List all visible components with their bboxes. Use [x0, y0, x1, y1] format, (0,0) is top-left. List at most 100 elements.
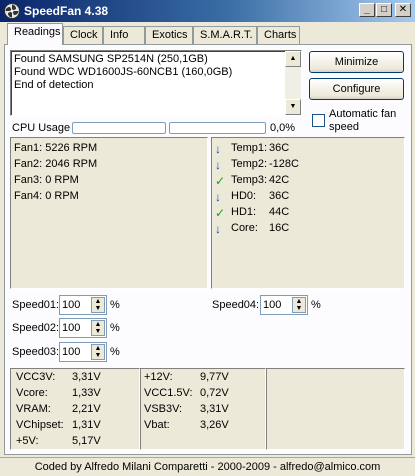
voltage-reading: VChipset: 1,31V — [16, 419, 101, 431]
voltage-reading: +12V: 9,77V — [144, 371, 229, 383]
arrow-down-icon: ↓ — [215, 190, 221, 204]
minimize-button[interactable]: Minimize — [309, 51, 404, 73]
cpu-usage-value: 0,0% — [270, 122, 296, 134]
speed02-stepper[interactable]: 100 ▲ ▼ — [59, 318, 107, 338]
voltage-reading: VCC1.5V: 0,72V — [144, 387, 229, 399]
speed01-value[interactable]: 100 — [62, 299, 80, 311]
voltage-label: VChipset: — [16, 419, 64, 431]
voltage-value: 1,33V — [72, 387, 101, 399]
spin-down-icon[interactable]: ▼ — [92, 305, 104, 312]
spin-up-icon[interactable]: ▲ — [92, 298, 104, 305]
temp-value: 44C — [269, 206, 290, 218]
voltage-value: 2,21V — [72, 403, 101, 415]
log-line: Found WDC WD1600JS-60NCB1 (160,0GB) — [14, 66, 233, 78]
voltage-value: 9,77V — [200, 371, 229, 383]
spin-arrows-icon[interactable]: ▲ ▼ — [91, 320, 105, 336]
temp-value: 42C — [269, 174, 290, 186]
window-title: SpeedFan 4.38 — [24, 4, 109, 18]
checkmark-icon: ✓ — [215, 174, 226, 188]
arrow-down-icon: ↓ — [215, 222, 221, 236]
voltage-value: 3,26V — [200, 419, 229, 431]
fan-value: 2046 RPM — [45, 158, 98, 170]
speed04-unit: % — [311, 299, 321, 311]
voltage-value: 3,31V — [72, 371, 101, 383]
automatic-fan-speed-label[interactable]: Automatic fan speed — [329, 108, 396, 134]
speed03-stepper[interactable]: 100 ▲ ▼ — [59, 342, 107, 362]
status-bar: Coded by Alfredo Milani Comparetti - 200… — [0, 457, 415, 476]
temp-label: Temp3: — [231, 174, 268, 186]
scroll-up-icon[interactable]: ▲ — [285, 51, 301, 67]
close-window-button[interactable]: ✕ — [395, 3, 411, 17]
spin-up-icon[interactable]: ▲ — [92, 321, 104, 328]
fan-label: Fan4: — [14, 190, 43, 202]
voltage-value: 1,31V — [72, 419, 101, 431]
log-scrollbar[interactable]: ▲ ▼ — [285, 51, 301, 115]
temp-label: Core: — [231, 222, 258, 234]
tab-info[interactable]: Info — [103, 26, 145, 44]
voltage-reading: VCC3V: 3,31V — [16, 371, 101, 383]
temp-reading: ✓ Temp3: 42C — [215, 174, 289, 188]
voltage-label: VSB3V: — [144, 403, 183, 415]
speed04-label: Speed04: — [212, 299, 260, 311]
fan-reading: Fan1: 5226 RPM — [14, 142, 97, 154]
voltage-label: VRAM: — [16, 403, 51, 415]
fan-value: 0 RPM — [45, 190, 79, 202]
temp-value: 36C — [269, 142, 290, 154]
speed02-label: Speed02: — [12, 322, 60, 334]
cpu-usage-bar-2 — [169, 122, 266, 134]
fan-icon — [4, 3, 20, 19]
fan-value: 0 RPM — [45, 174, 79, 186]
voltage-label: Vbat: — [144, 419, 170, 431]
voltage-label: VCC3V: — [16, 371, 56, 383]
title-bar[interactable]: SpeedFan 4.38 _ □ ✕ — [0, 0, 415, 22]
temp-label: Temp1: — [231, 142, 268, 154]
arrow-down-icon: ↓ — [215, 142, 221, 156]
spin-down-icon[interactable]: ▼ — [92, 352, 104, 359]
temp-value: 36C — [269, 190, 290, 202]
speed02-value[interactable]: 100 — [62, 322, 80, 334]
spin-arrows-icon[interactable]: ▲ ▼ — [91, 344, 105, 360]
speed03-label: Speed03: — [12, 346, 60, 358]
scroll-down-icon[interactable]: ▼ — [285, 99, 301, 115]
spin-down-icon[interactable]: ▼ — [92, 328, 104, 335]
voltage-label: +12V: — [144, 371, 173, 383]
temp-reading: ✓ HD1: 44C — [215, 206, 289, 220]
spin-arrows-icon[interactable]: ▲ ▼ — [91, 297, 105, 313]
speed02-unit: % — [110, 322, 120, 334]
speed03-value[interactable]: 100 — [62, 346, 80, 358]
detection-log-lines: Found SAMSUNG SP2514N (250,1GB) Found WD… — [14, 53, 232, 92]
spin-down-icon[interactable]: ▼ — [293, 305, 305, 312]
voltages-panel-3 — [266, 368, 405, 450]
voltage-value: 5,17V — [72, 435, 101, 447]
temp-reading: ↓ Temp2: -128C — [215, 158, 299, 172]
automatic-fan-label-line: speed — [329, 121, 359, 133]
tab-readings[interactable]: Readings — [7, 23, 63, 45]
speed01-stepper[interactable]: 100 ▲ ▼ — [59, 295, 107, 315]
automatic-fan-speed-checkbox[interactable] — [312, 114, 325, 127]
voltage-label: +5V: — [16, 435, 39, 447]
tab-exotics[interactable]: Exotics — [145, 26, 193, 44]
temp-label: HD1: — [231, 206, 257, 218]
spin-arrows-icon[interactable]: ▲ ▼ — [292, 297, 306, 313]
maximize-window-button[interactable]: □ — [376, 3, 392, 17]
spin-up-icon[interactable]: ▲ — [92, 345, 104, 352]
minimize-window-button[interactable]: _ — [359, 3, 375, 17]
voltage-reading: VSB3V: 3,31V — [144, 403, 229, 415]
configure-button[interactable]: Configure — [309, 78, 404, 100]
arrow-down-icon: ↓ — [215, 158, 221, 172]
speed04-stepper[interactable]: 100 ▲ ▼ — [260, 295, 308, 315]
voltage-reading: VRAM: 2,21V — [16, 403, 101, 415]
fan-reading: Fan4: 0 RPM — [14, 190, 79, 202]
tab-clock[interactable]: Clock — [63, 26, 103, 44]
spin-up-icon[interactable]: ▲ — [293, 298, 305, 305]
temp-value: -128C — [269, 158, 299, 170]
tab-smart[interactable]: S.M.A.R.T. — [193, 26, 257, 44]
voltage-label: VCC1.5V: — [144, 387, 193, 399]
speed04-value[interactable]: 100 — [263, 299, 281, 311]
voltage-reading: +5V: 5,17V — [16, 435, 101, 447]
fan-label: Fan3: — [14, 174, 43, 186]
temp-value: 16C — [269, 222, 290, 234]
tab-charts[interactable]: Charts — [257, 26, 300, 44]
log-line: Found SAMSUNG SP2514N (250,1GB) — [14, 53, 208, 65]
voltage-label: Vcore: — [16, 387, 48, 399]
